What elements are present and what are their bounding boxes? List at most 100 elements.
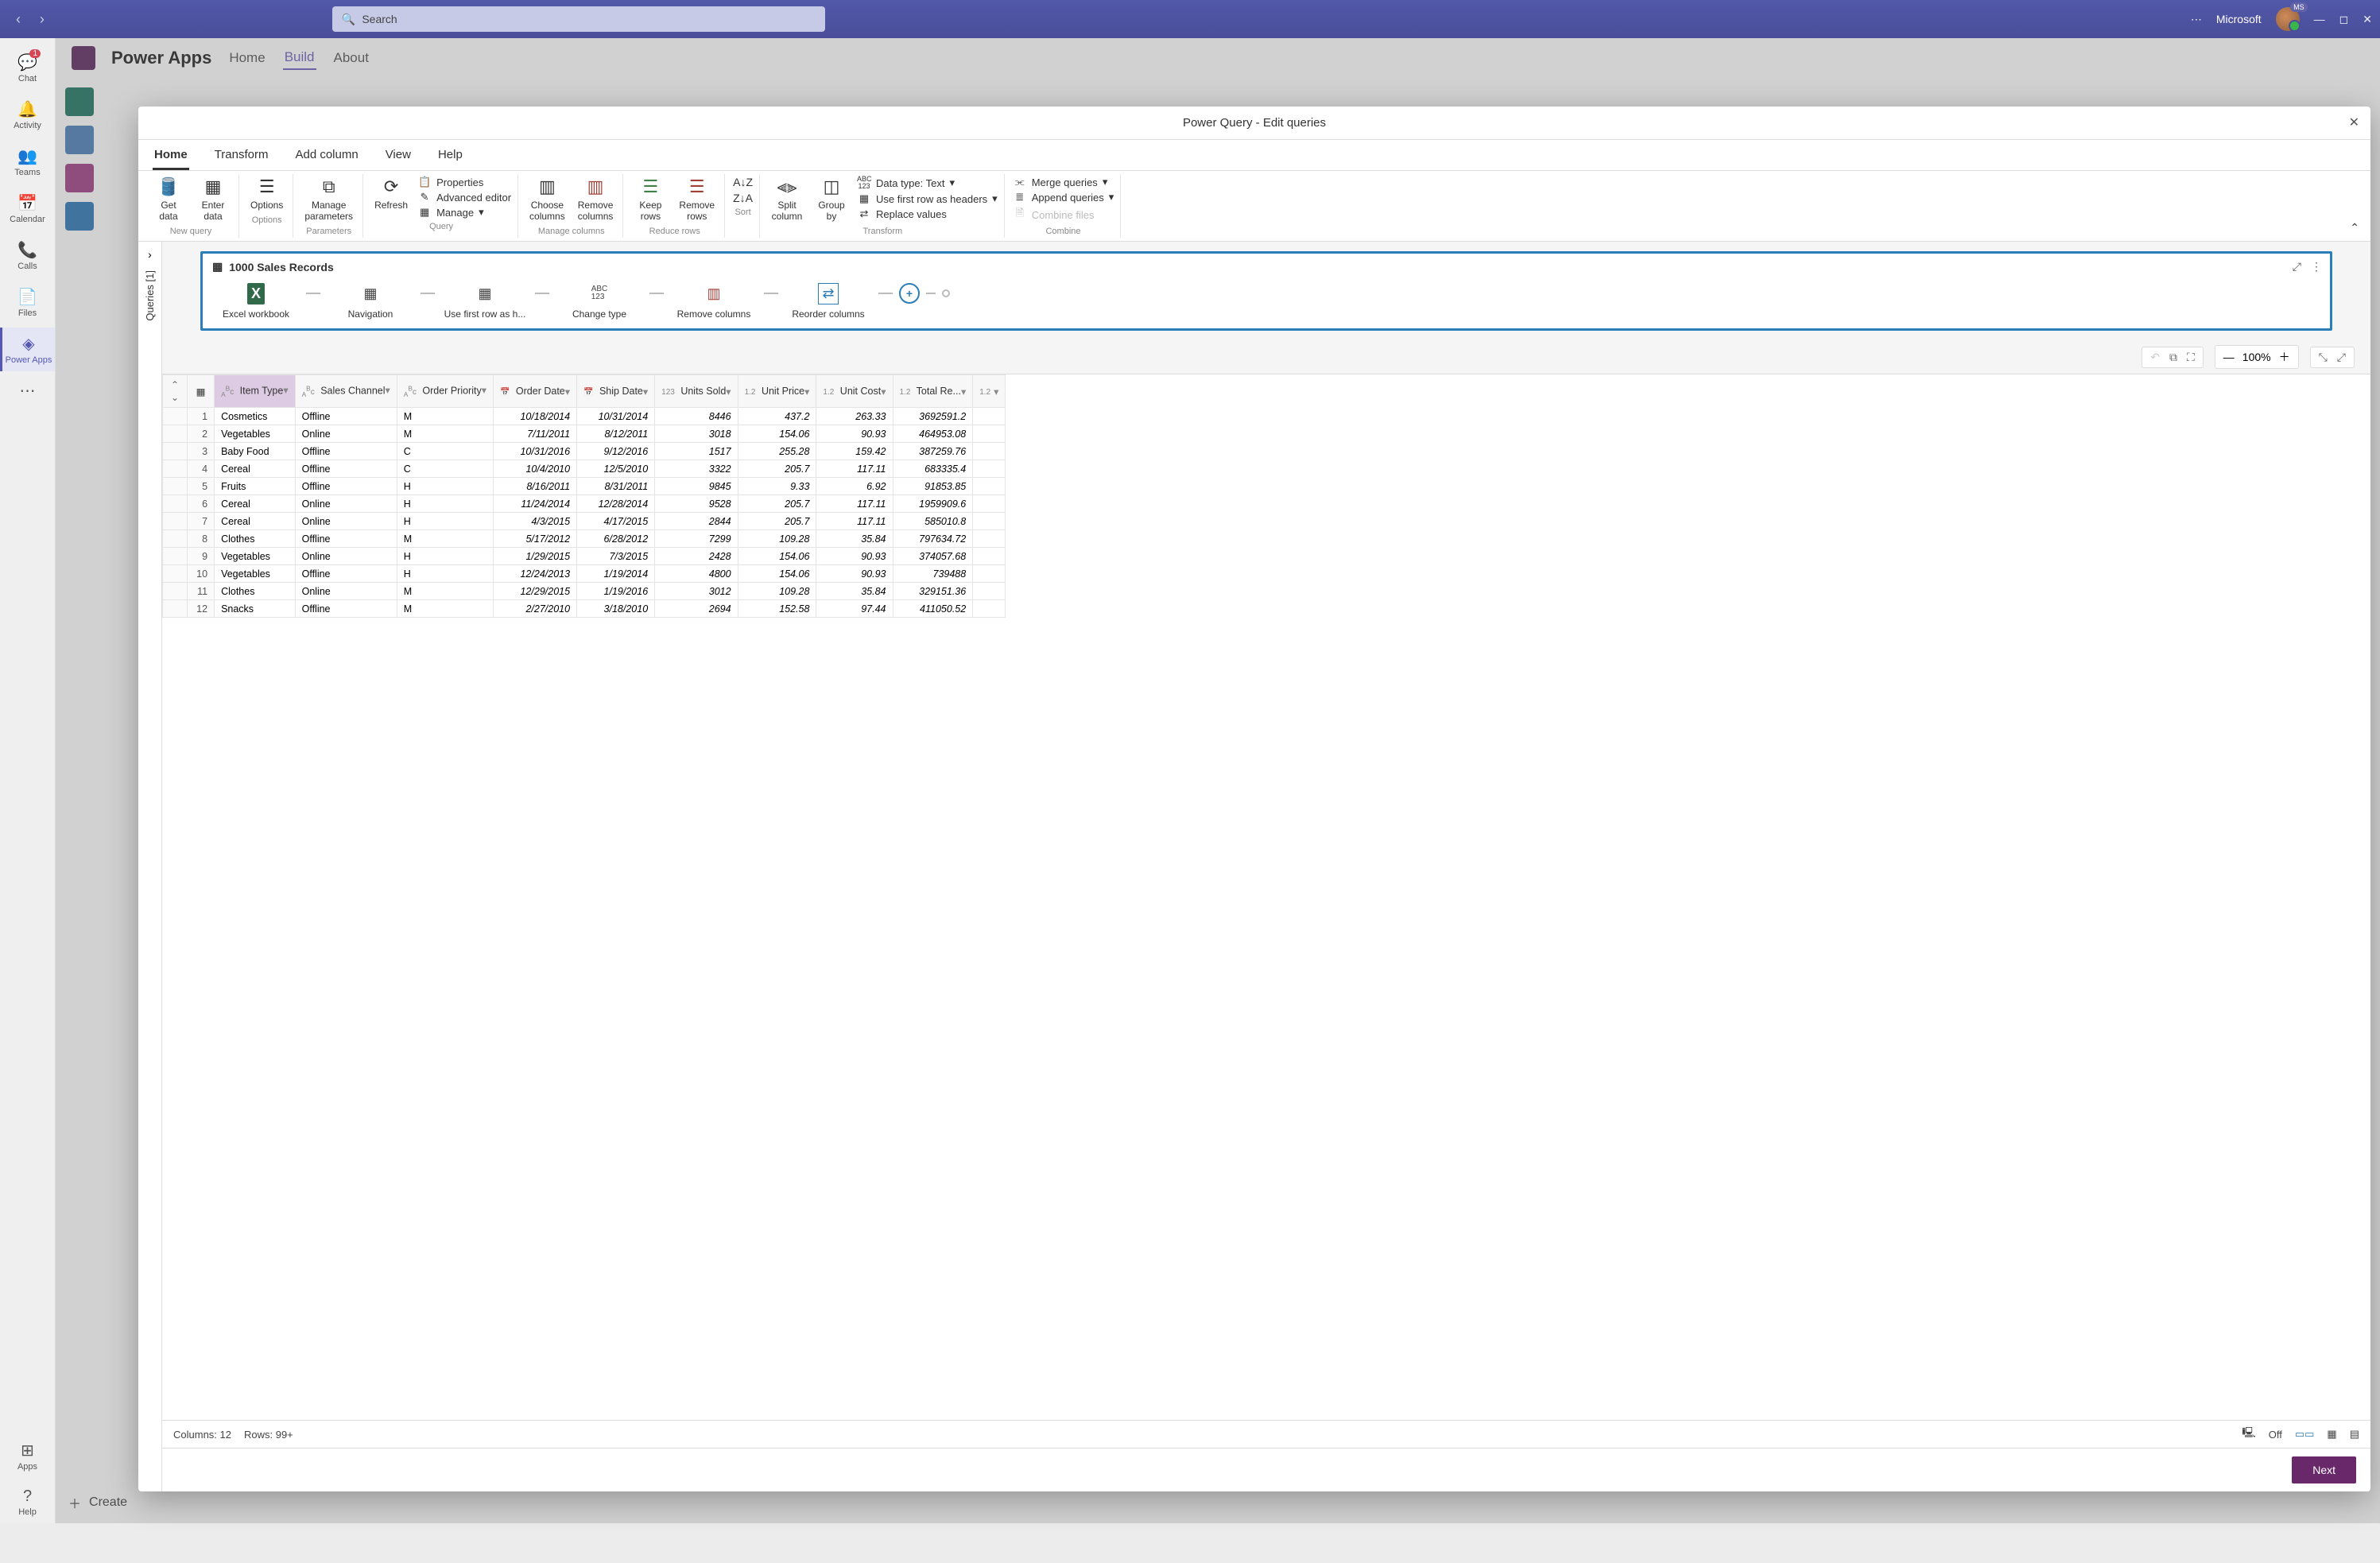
table-cell[interactable]: 255.28 [738, 443, 816, 460]
table-cell[interactable]: 739488 [893, 565, 973, 583]
table-cell[interactable]: 4/3/2015 [494, 513, 577, 530]
table-cell[interactable]: Vegetables [215, 565, 296, 583]
filter-dropdown-icon[interactable]: ▾ [482, 384, 486, 396]
minimize-icon[interactable]: — [2314, 13, 2325, 25]
table-cell[interactable]: Cereal [215, 460, 296, 478]
sidebar-item-calls[interactable]: 📞Calls [0, 234, 55, 277]
sidebar-item-apps[interactable]: ⊞Apps [0, 1434, 55, 1478]
table-cell[interactable]: 9528 [655, 495, 738, 513]
list-view-icon[interactable]: ▤ [2350, 1428, 2359, 1441]
table-cell[interactable]: H [397, 478, 493, 495]
search-input[interactable]: 🔍 Search [332, 6, 825, 32]
table-cell[interactable]: 263.33 [816, 408, 893, 425]
replace-values-button[interactable]: ⇄Replace values [857, 207, 998, 220]
table-cell[interactable]: 464953.08 [893, 425, 973, 443]
column-header[interactable]: ABc Sales Channel ▾ [295, 375, 397, 408]
query-step[interactable]: ⇄Reorder columns [785, 281, 872, 320]
table-cell[interactable]: 1/19/2016 [577, 583, 655, 600]
column-header[interactable]: 📅 Ship Date ▾ [577, 375, 655, 408]
table-cell[interactable]: 12/29/2015 [494, 583, 577, 600]
zoom-in-icon[interactable]: ＋ [2279, 349, 2290, 365]
table-cell[interactable]: 3322 [655, 460, 738, 478]
merge-queries-button[interactable]: ⫘Merge queries ▾ [1013, 176, 1114, 188]
zoom-out-icon[interactable]: — [2223, 351, 2235, 363]
remove-columns-button[interactable]: ▥ Remove columns [575, 176, 617, 223]
table-cell[interactable]: Vegetables [215, 548, 296, 565]
filter-dropdown-icon[interactable]: ▾ [994, 386, 998, 398]
table-cell[interactable]: 9.33 [738, 478, 816, 495]
table-cell[interactable]: 7299 [655, 530, 738, 548]
query-step[interactable]: XExcel workbook [212, 281, 300, 320]
table-cell[interactable]: C [397, 443, 493, 460]
table-cell[interactable] [973, 583, 1006, 600]
expand-icon[interactable]: ⌃ [171, 379, 179, 390]
collapse-diagram-icon[interactable]: ⤢ [2293, 260, 2301, 273]
table-cell[interactable]: H [397, 548, 493, 565]
ribbon-tab-view[interactable]: View [384, 142, 413, 170]
table-cell[interactable]: 1517 [655, 443, 738, 460]
append-queries-button[interactable]: ≣Append queries ▾ [1013, 191, 1114, 204]
table-cell[interactable] [973, 530, 1006, 548]
ribbon-tab-help[interactable]: Help [436, 142, 464, 170]
table-row[interactable]: 11ClothesOnlineM12/29/20151/19/201630121… [163, 583, 1006, 600]
table-cell[interactable]: 12/5/2010 [577, 460, 655, 478]
grid-view-icon[interactable]: ▦ [2327, 1428, 2336, 1441]
table-cell[interactable]: H [397, 495, 493, 513]
table-cell[interactable]: 90.93 [816, 565, 893, 583]
table-cell[interactable]: 4/17/2015 [577, 513, 655, 530]
table-cell[interactable]: 374057.68 [893, 548, 973, 565]
close-icon[interactable]: ✕ [2363, 13, 2372, 26]
table-cell[interactable]: 10/4/2010 [494, 460, 577, 478]
table-cell[interactable]: Offline [295, 600, 397, 618]
query-step[interactable]: ▦Use first row as h... [441, 281, 529, 320]
table-cell[interactable]: 35.84 [816, 530, 893, 548]
table-cell[interactable]: 2/27/2010 [494, 600, 577, 618]
table-row[interactable]: 8ClothesOfflineM5/17/20126/28/2012729910… [163, 530, 1006, 548]
options-button[interactable]: ☰ Options [247, 176, 286, 212]
filter-dropdown-icon[interactable]: ▾ [881, 386, 886, 398]
table-cell[interactable]: 7/11/2011 [494, 425, 577, 443]
ribbon-tab-home[interactable]: Home [153, 142, 189, 170]
table-cell[interactable]: H [397, 513, 493, 530]
table-cell[interactable]: Snacks [215, 600, 296, 618]
table-cell[interactable]: 1/19/2014 [577, 565, 655, 583]
group-by-button[interactable]: ◫ Group by [812, 176, 851, 223]
filter-dropdown-icon[interactable]: ▾ [386, 384, 390, 396]
nav-back-icon[interactable]: ‹ [8, 11, 29, 27]
advanced-editor-button[interactable]: ✎Advanced editor [417, 191, 511, 204]
table-cell[interactable]: 9845 [655, 478, 738, 495]
table-cell[interactable]: 154.06 [738, 548, 816, 565]
table-cell[interactable] [973, 460, 1006, 478]
data-type-button[interactable]: ABC123Data type: Text ▾ [857, 176, 998, 190]
expand-queries-icon[interactable]: › [148, 248, 152, 261]
filter-dropdown-icon[interactable]: ▾ [643, 386, 648, 398]
filter-dropdown-icon[interactable]: ▾ [804, 386, 809, 398]
maximize-icon[interactable]: ◻ [2339, 13, 2349, 26]
table-cell[interactable]: 329151.36 [893, 583, 973, 600]
table-row[interactable]: 2VegetablesOnlineM7/11/20118/12/20113018… [163, 425, 1006, 443]
table-cell[interactable]: 12/28/2014 [577, 495, 655, 513]
table-cell[interactable]: Vegetables [215, 425, 296, 443]
table-cell[interactable]: 10/18/2014 [494, 408, 577, 425]
table-row[interactable]: 7CerealOnlineH4/3/20154/17/20152844205.7… [163, 513, 1006, 530]
keep-rows-button[interactable]: ☰ Keep rows [631, 176, 669, 223]
sort-desc-button[interactable]: Z↓A [733, 192, 753, 204]
collapse-icon[interactable]: ⌄ [171, 392, 179, 403]
table-cell[interactable]: 6.92 [816, 478, 893, 495]
sidebar-item-help[interactable]: ?Help [0, 1481, 55, 1523]
table-cell[interactable] [973, 513, 1006, 530]
table-cell[interactable]: M [397, 530, 493, 548]
table-cell[interactable]: 154.06 [738, 425, 816, 443]
column-header[interactable]: 1.2 Unit Price ▾ [738, 375, 816, 408]
nav-forward-icon[interactable]: › [32, 11, 52, 27]
table-cell[interactable]: 2694 [655, 600, 738, 618]
schema-view-icon[interactable]: ▭▭ [2295, 1428, 2315, 1441]
table-cell[interactable]: Online [295, 425, 397, 443]
table-cell[interactable] [973, 600, 1006, 618]
table-cell[interactable]: 90.93 [816, 425, 893, 443]
table-cell[interactable]: 1/29/2015 [494, 548, 577, 565]
table-cell[interactable]: 8/31/2011 [577, 478, 655, 495]
table-cell[interactable]: Clothes [215, 530, 296, 548]
query-step[interactable]: ▥Remove columns [670, 281, 758, 320]
table-cell[interactable]: 411050.52 [893, 600, 973, 618]
